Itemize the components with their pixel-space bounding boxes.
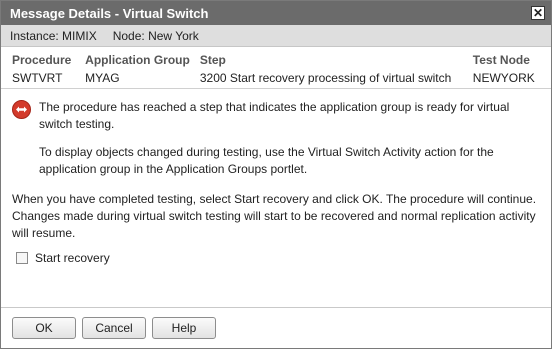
procedure-info-table: Procedure Application Group Step Test No… — [1, 47, 551, 89]
button-bar: OK Cancel Help — [1, 307, 551, 348]
message-section: The procedure has reached a step that in… — [1, 89, 551, 188]
start-recovery-checkbox[interactable] — [16, 252, 28, 264]
cell-application-group: MYAG — [85, 71, 120, 85]
table-row: SWTVRT MYAG 3200 Start recovery processi… — [12, 69, 542, 87]
instance-bar: Instance: MIMIX Node: New York — [1, 25, 551, 47]
message-text: The procedure has reached a step that in… — [39, 99, 541, 188]
header-application-group: Application Group — [85, 53, 190, 67]
instruction-text: When you have completed testing, select … — [12, 192, 537, 240]
message-paragraph-2: To display objects changed during testin… — [39, 145, 494, 176]
help-button[interactable]: Help — [152, 317, 216, 339]
cell-step: 3200 Start recovery processing of virtua… — [199, 71, 452, 85]
start-recovery-label[interactable]: Start recovery — [35, 251, 110, 265]
title-bar: Message Details - Virtual Switch ✕ — [1, 1, 551, 25]
message-paragraph-1: The procedure has reached a step that in… — [39, 100, 510, 131]
close-icon[interactable]: ✕ — [531, 6, 545, 20]
instance-label: Instance: — [10, 28, 59, 43]
header-procedure: Procedure — [12, 53, 72, 67]
start-recovery-row[interactable]: Start recovery — [1, 251, 551, 265]
dialog-title: Message Details - Virtual Switch — [10, 5, 209, 21]
instance-value: MIMIX — [62, 28, 97, 43]
cell-procedure: SWTVRT — [12, 71, 63, 85]
error-circle-icon — [12, 100, 31, 119]
ok-button[interactable]: OK — [12, 317, 76, 339]
header-test-node: Test Node — [472, 53, 530, 67]
node-value: New York — [148, 28, 199, 43]
cell-test-node: NEWYORK — [472, 71, 535, 85]
header-step: Step — [199, 53, 226, 67]
node-label: Node: — [112, 28, 145, 43]
message-details-dialog: Message Details - Virtual Switch ✕ Insta… — [0, 0, 552, 349]
table-header-row: Procedure Application Group Step Test No… — [12, 51, 542, 69]
cancel-button[interactable]: Cancel — [82, 317, 146, 339]
